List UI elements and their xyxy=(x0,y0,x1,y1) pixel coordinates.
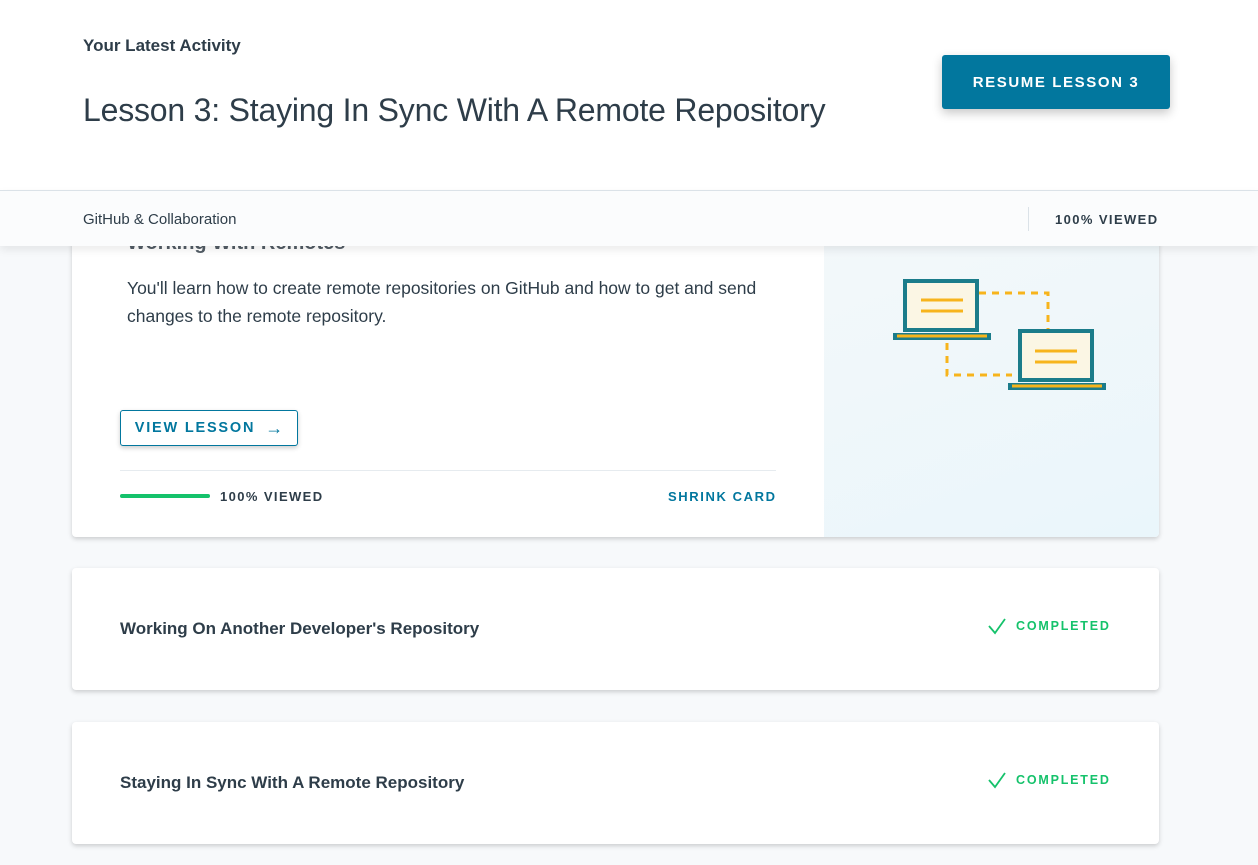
card-description: You'll learn how to create remote reposi… xyxy=(127,278,757,326)
expanded-lesson-card: Working With Remotes You'll learn how to… xyxy=(72,200,1159,537)
resume-lesson-button[interactable]: RESUME LESSON 3 xyxy=(942,55,1170,109)
lesson-status-label: COMPLETED xyxy=(1016,773,1111,787)
lesson-card[interactable]: Staying In Sync With A Remote Repository… xyxy=(72,722,1159,844)
course-name: GitHub & Collaboration xyxy=(83,211,237,228)
card-illustration-panel xyxy=(824,200,1159,537)
shrink-card-link[interactable]: SHRINK CARD xyxy=(668,489,777,504)
two-laptops-sync-icon xyxy=(893,279,1106,390)
lesson-card[interactable]: Working On Another Developer's Repositor… xyxy=(72,568,1159,690)
progress-bar xyxy=(120,494,210,498)
lesson-card-title: Working On Another Developer's Repositor… xyxy=(120,619,480,638)
checkmark-icon xyxy=(988,618,1006,635)
page-title: Lesson 3: Staying In Sync With A Remote … xyxy=(83,92,826,128)
progress-bar-fill xyxy=(120,494,210,498)
lesson-status-label: COMPLETED xyxy=(1016,619,1111,633)
course-bar-divider xyxy=(1028,207,1029,231)
view-lesson-button[interactable]: VIEW LESSON → xyxy=(120,410,298,446)
latest-activity-label: Your Latest Activity xyxy=(83,36,241,55)
course-viewed-status: 100% VIEWED xyxy=(1055,212,1159,227)
course-bar: GitHub & Collaboration 100% VIEWED xyxy=(0,190,1258,246)
arrow-right-icon: → xyxy=(265,417,284,438)
view-lesson-label: VIEW LESSON xyxy=(134,420,256,436)
lesson-status: COMPLETED xyxy=(987,771,1111,789)
progress-label: 100% VIEWED xyxy=(220,489,324,504)
card-divider xyxy=(120,470,776,471)
activity-header: Your Latest Activity Lesson 3: Staying I… xyxy=(0,0,1258,191)
checkmark-icon xyxy=(988,772,1006,789)
lesson-status: COMPLETED xyxy=(987,617,1111,635)
lesson-card-title: Staying In Sync With A Remote Repository xyxy=(120,773,465,792)
